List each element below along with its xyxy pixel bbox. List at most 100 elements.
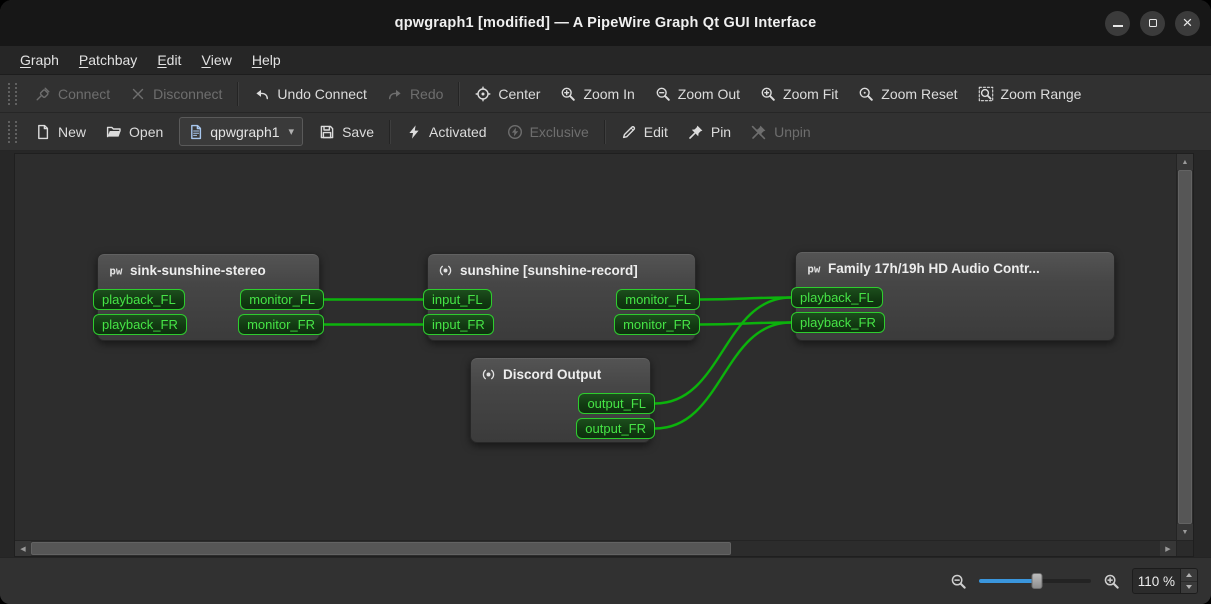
vertical-scrollbar[interactable]: ▲ ▼ — [1176, 154, 1193, 540]
activated-button[interactable]: Activated — [396, 117, 497, 147]
pin-button[interactable]: Pin — [678, 117, 741, 147]
maximize-button[interactable] — [1140, 11, 1165, 36]
scroll-up-arrow[interactable]: ▲ — [1177, 154, 1193, 170]
zoom-slider-handle[interactable] — [1032, 573, 1043, 589]
toolbar-button-label: Zoom Reset — [881, 86, 957, 102]
toolbar-button-label: Unpin — [774, 124, 811, 140]
title-bar[interactable]: qpwgraph1 [modified] — A PipeWire Graph … — [0, 0, 1211, 46]
undo-icon — [254, 86, 270, 102]
toolbar-button-label: Connect — [58, 86, 110, 102]
port-monitor-fr[interactable]: monitor_FR — [614, 314, 700, 335]
exclusive-button[interactable]: Exclusive — [497, 117, 599, 147]
horizontal-scroll-thumb[interactable] — [31, 542, 731, 555]
patchbay-file-combo[interactable]: qpwgraph1▾ — [179, 117, 303, 146]
port-monitor-fl[interactable]: monitor_FL — [616, 289, 700, 310]
zoom-out-icon[interactable] — [950, 573, 967, 590]
zoom-range-button[interactable]: Zoom Range — [968, 79, 1092, 109]
center-icon — [475, 86, 491, 102]
toolbar-button-label: Edit — [644, 124, 668, 140]
disconnect-button[interactable]: Disconnect — [120, 79, 232, 109]
node-title-text: sunshine [sunshine-record] — [460, 263, 638, 278]
spinbox-arrows — [1180, 569, 1197, 593]
spin-down-button[interactable] — [1181, 582, 1197, 594]
zoom-range-icon — [978, 86, 994, 102]
connections-layer — [15, 154, 1176, 540]
port-monitor-fl[interactable]: monitor_FL — [240, 289, 324, 310]
port-playback-fr[interactable]: playback_FR — [791, 312, 885, 333]
port-playback-fl[interactable]: playback_FL — [791, 287, 883, 308]
vertical-scroll-track[interactable] — [1177, 170, 1193, 524]
node-sunshine[interactable]: sunshine [sunshine-record]input_FLinput_… — [427, 253, 696, 341]
node-family-audio[interactable]: pwFamily 17h/19h HD Audio Contr...playba… — [795, 251, 1115, 341]
port-playback-fl[interactable]: playback_FL — [93, 289, 185, 310]
scroll-down-arrow[interactable]: ▼ — [1177, 524, 1193, 540]
horizontal-scroll-track[interactable] — [31, 541, 1160, 556]
svg-text:pw: pw — [807, 263, 820, 276]
menu-view[interactable]: View — [191, 46, 241, 74]
toolbar-handle[interactable] — [8, 83, 17, 105]
toolbar-separator — [389, 120, 391, 144]
port-playback-fr[interactable]: playback_FR — [93, 314, 187, 335]
connect-button[interactable]: Connect — [25, 79, 120, 109]
scroll-left-arrow[interactable]: ◀ — [15, 541, 31, 556]
edit-button[interactable]: Edit — [611, 117, 678, 147]
zoom-in-icon[interactable] — [1103, 573, 1120, 590]
graph-canvas[interactable]: pwsink-sunshine-stereoplayback_FLplaybac… — [15, 154, 1176, 540]
menu-graph[interactable]: Graph — [10, 46, 69, 74]
minimize-icon — [1113, 25, 1123, 27]
port-output-fr[interactable]: output_FR — [576, 418, 655, 439]
app-window: qpwgraph1 [modified] — A PipeWire Graph … — [0, 0, 1211, 604]
save-button[interactable]: Save — [309, 117, 384, 147]
zoom-in-button[interactable]: Zoom In — [550, 79, 644, 109]
redo-button[interactable]: Redo — [377, 79, 453, 109]
port-monitor-fr[interactable]: monitor_FR — [238, 314, 324, 335]
scrollbar-corner — [1176, 540, 1193, 556]
speaker-icon — [438, 263, 453, 278]
node-title-text: Discord Output — [503, 367, 601, 382]
unpin-icon — [751, 124, 767, 140]
new-button[interactable]: New — [25, 117, 96, 147]
zoom-out-button[interactable]: Zoom Out — [645, 79, 750, 109]
zoom-reset-button[interactable]: Zoom Reset — [848, 79, 967, 109]
node-sink-sunshine-stereo[interactable]: pwsink-sunshine-stereoplayback_FLplaybac… — [97, 253, 320, 341]
node-discord-output[interactable]: Discord Outputoutput_FLoutput_FR — [470, 357, 651, 443]
spin-up-button[interactable] — [1181, 569, 1197, 582]
scroll-right-arrow[interactable]: ▶ — [1160, 541, 1176, 556]
menubar: GraphPatchbayEditViewHelp — [0, 46, 1211, 75]
zoom-fit-icon — [760, 86, 776, 102]
toolbar-button-label: Redo — [410, 86, 443, 102]
connection-wire[interactable] — [700, 298, 791, 300]
menu-patchbay[interactable]: Patchbay — [69, 46, 147, 74]
undo-connect-button[interactable]: Undo Connect — [244, 79, 377, 109]
toolbar-button-label: Save — [342, 124, 374, 140]
edit-icon — [621, 124, 637, 140]
toolbar-button-label: Disconnect — [153, 86, 222, 102]
horizontal-scrollbar[interactable]: ◀ ▶ — [15, 540, 1176, 556]
unpin-button[interactable]: Unpin — [741, 117, 821, 147]
vertical-scroll-thumb[interactable] — [1178, 170, 1192, 524]
toolbar-handle[interactable] — [8, 121, 17, 143]
center-button[interactable]: Center — [465, 79, 550, 109]
open-button[interactable]: Open — [96, 117, 173, 147]
port-input-fr[interactable]: input_FR — [423, 314, 494, 335]
node-title-text: Family 17h/19h HD Audio Contr... — [828, 261, 1040, 276]
zoom-spinbox[interactable]: 110 % — [1132, 568, 1198, 594]
zoom-fit-button[interactable]: Zoom Fit — [750, 79, 848, 109]
toolbar-button-label: Zoom Fit — [783, 86, 838, 102]
exclusive-icon — [507, 124, 523, 140]
zoom-slider[interactable] — [979, 572, 1091, 590]
toolbar-button-label: Activated — [429, 124, 487, 140]
menu-edit[interactable]: Edit — [147, 46, 191, 74]
port-output-fl[interactable]: output_FL — [578, 393, 655, 414]
minimize-button[interactable] — [1105, 11, 1130, 36]
toolbar-separator — [604, 120, 606, 144]
toolbar-button-label: Open — [129, 124, 163, 140]
toolbar-connect: ConnectDisconnectUndo ConnectRedoCenterZ… — [0, 75, 1211, 113]
toolbar-button-label: Zoom Range — [1001, 86, 1082, 102]
toolbar-button-label: Pin — [711, 124, 731, 140]
connection-wire[interactable] — [700, 323, 791, 325]
port-input-fl[interactable]: input_FL — [423, 289, 492, 310]
combo-value: qpwgraph1 — [210, 124, 279, 140]
close-button[interactable]: × — [1175, 11, 1200, 36]
menu-help[interactable]: Help — [242, 46, 291, 74]
